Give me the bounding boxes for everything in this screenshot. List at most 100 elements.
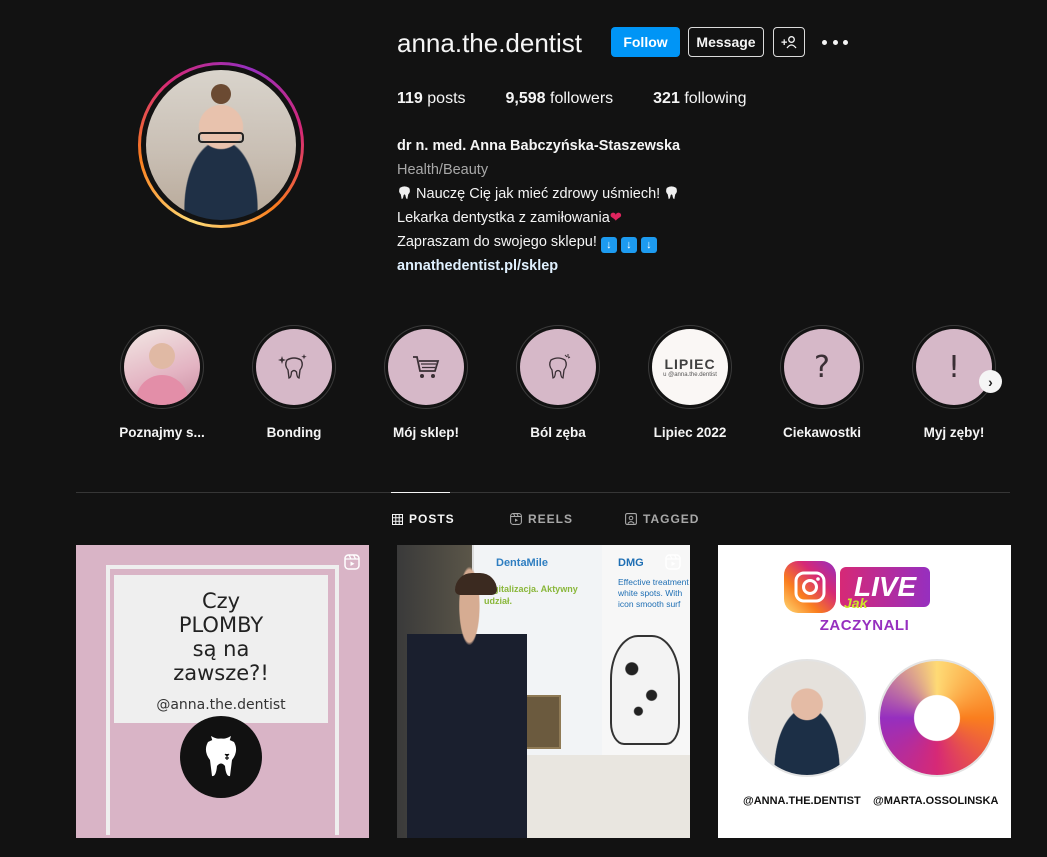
message-button[interactable]: Message [688, 27, 764, 57]
grid-icon [392, 513, 403, 525]
highlight-bonding[interactable]: Bonding [239, 325, 349, 440]
profile-username: anna.the.dentist [397, 28, 583, 58]
dmg-brand: DMG [618, 557, 644, 569]
down-arrow-emoji-icon: ↓ [620, 237, 637, 253]
post-text-line: PLOMBY [178, 613, 264, 637]
guest-photo-anna [748, 659, 866, 777]
add-person-icon: + [781, 36, 797, 49]
following-stat[interactable]: 321 following [653, 90, 746, 108]
highlight-ring: ? [780, 325, 864, 409]
reel-icon [344, 554, 360, 570]
tab-reels[interactable]: REELS [510, 512, 573, 526]
post-handle: @anna.the.dentist [156, 697, 286, 713]
posts-count: 119 [397, 90, 423, 107]
bio-line-2: Lekarka dentystka z zamiłowania❤ [397, 206, 680, 230]
profile-bio: dr n. med. Anna Babczyńska-Staszewska He… [397, 134, 680, 278]
more-options-icon[interactable] [822, 32, 848, 52]
tooth-emoji-icon [666, 186, 678, 200]
cart-icon [413, 356, 440, 378]
highlight-photo-cover [124, 329, 200, 405]
tooth-icon [549, 354, 571, 379]
tab-posts-label: POSTS [409, 512, 455, 526]
tab-reels-label: REELS [528, 512, 574, 526]
dot-1 [822, 39, 827, 45]
tab-tagged[interactable]: TAGGED [625, 512, 699, 526]
heart-emoji-icon: ❤ [609, 210, 622, 226]
reel-icon [665, 554, 681, 570]
highlight-ciekawostki[interactable]: ? Ciekawostki [767, 325, 877, 440]
post-tile-live[interactable]: LIVE Jak ZACZYNALI @ANNA.THE.DENTIST @MA… [718, 545, 1011, 838]
tagged-person-icon [625, 513, 637, 525]
person-hair [455, 573, 497, 595]
down-arrow-emoji-icon: ↓ [600, 237, 617, 253]
bio-line-3: Zapraszam do swojego sklepu! ↓ ↓ ↓ [397, 230, 680, 254]
avatar-gap [141, 65, 301, 225]
post-text-line: Czy [201, 589, 241, 613]
bio-line-2-text: Lekarka dentystka z zamiłowania [397, 210, 610, 226]
bio-line-1-text: Nauczę Cię jak mieć zdrowy uśmiech! [416, 186, 661, 202]
highlight-cover [388, 329, 464, 405]
tabs-divider [76, 492, 1010, 493]
highlight-lipiec-2022[interactable]: LIPIEC u @anna.the.dentist Lipiec 2022 [635, 325, 745, 440]
highlight-ring: ! [912, 325, 996, 409]
profile-avatar [146, 70, 296, 220]
highlight-ring [252, 325, 336, 409]
question-icon: ? [784, 329, 860, 405]
highlight-label: Poznajmy s... [119, 425, 205, 440]
exclamation-icon: ! [916, 329, 992, 405]
highlight-bol-zeba[interactable]: Ból zęba [503, 325, 613, 440]
active-tab-indicator [391, 492, 450, 493]
highlight-label: Bonding [266, 425, 322, 440]
post-tile-plomby[interactable]: Czy PLOMBY są na zawsze?! @anna.the.dent… [76, 545, 369, 838]
profile-external-link[interactable]: annathedentist.pl/sklep [397, 254, 680, 278]
highlight-label: Ból zęba [530, 425, 586, 440]
lipiec-cover-title: LIPIEC [664, 356, 716, 372]
post-text-line: zawsze?! [173, 661, 269, 685]
post-text-line: są na [192, 637, 250, 661]
highlight-cover [256, 329, 332, 405]
posts-stat: 119 posts [397, 90, 466, 108]
highlight-ring [516, 325, 600, 409]
profile-avatar-ring[interactable] [138, 62, 304, 228]
tab-posts[interactable]: POSTS [392, 512, 455, 526]
guest-handle-anna: @ANNA.THE.DENTIST [743, 795, 861, 807]
post-tile-conference[interactable]: DentaMile Digitalizacja. Aktywny udział.… [397, 545, 690, 838]
down-arrow-emoji-icon: ↓ [640, 237, 657, 253]
follow-button[interactable]: Follow [611, 27, 680, 57]
tooth-emoji-icon [399, 186, 410, 200]
suggest-similar-button[interactable]: + [773, 27, 805, 57]
instagram-glyph [794, 571, 826, 603]
highlight-photo-face [149, 343, 175, 369]
followers-label: followers [550, 90, 614, 107]
post-text-card: Czy PLOMBY są na zawsze?! @anna.the.dent… [114, 575, 328, 723]
guest-handle-marta: @MARTA.OSSOLINSKA [873, 795, 999, 807]
dmg-tagline: Effective treatment white spots. With ic… [618, 577, 689, 609]
highlights-next-chevron-icon[interactable]: › [979, 370, 1002, 393]
highlight-label: Lipiec 2022 [653, 425, 727, 440]
lipiec-cover-sub: u @anna.the.dentist [663, 372, 717, 378]
highlight-poznajmy[interactable]: Poznajmy s... [107, 325, 217, 440]
following-count: 321 [653, 90, 680, 107]
plus-glyph: + [781, 37, 787, 49]
person-in-blazer [407, 555, 527, 838]
highlight-ring [384, 325, 468, 409]
highlight-label: Myj zęby! [923, 425, 985, 440]
highlight-lipiec-cover: LIPIEC u @anna.the.dentist [652, 329, 728, 405]
highlight-ring: LIPIEC u @anna.the.dentist [648, 325, 732, 409]
live-jak: Jak [844, 595, 868, 611]
profile-category: Health/Beauty [397, 162, 489, 178]
profile-full-name: dr n. med. Anna Babczyńska-Staszewska [397, 138, 681, 154]
highlight-moj-sklep[interactable]: Mój sklep! [371, 325, 481, 440]
followers-count: 9,598 [505, 90, 546, 107]
followers-stat[interactable]: 9,598 followers [506, 90, 614, 108]
highlight-ring [120, 325, 204, 409]
sparkle-tooth-icon [278, 354, 307, 379]
guest-photo-marta [878, 659, 996, 777]
live-title: ZACZYNALI [819, 617, 910, 634]
following-label: following [684, 90, 747, 107]
highlight-cover [520, 329, 596, 405]
highlight-label: Ciekawostki [782, 425, 862, 440]
reels-icon [510, 513, 522, 525]
bio-line-3-text: Zapraszam do swojego sklepu! [397, 234, 597, 250]
tooth-logo-svg [205, 736, 237, 777]
